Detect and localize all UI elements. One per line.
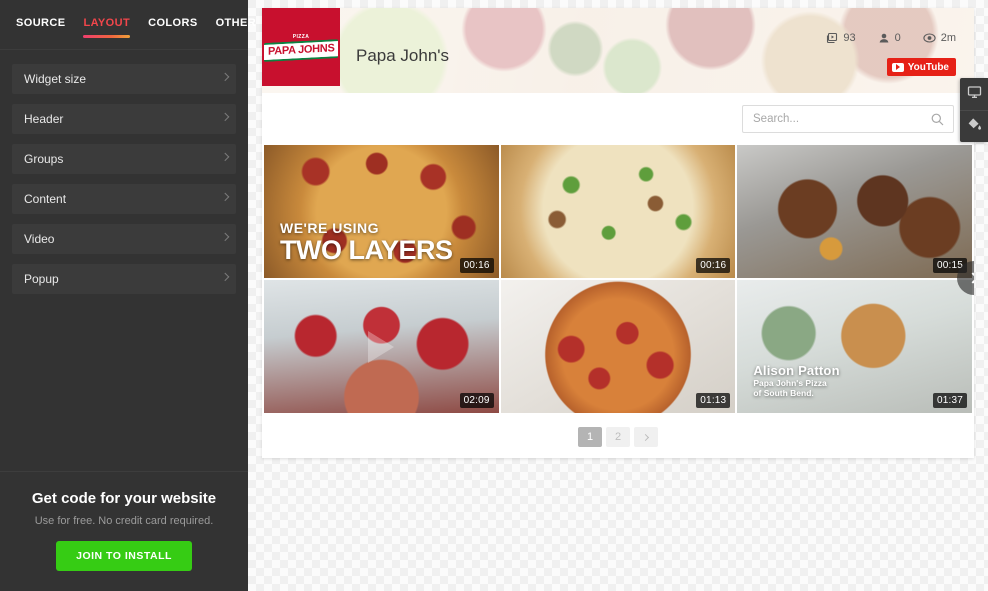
stat-views-value: 2m: [940, 32, 956, 44]
chevron-right-icon: [220, 152, 230, 162]
subscribers-icon: [878, 32, 890, 44]
video-caption-name: Alison Patton: [753, 363, 840, 379]
search-field-wrapper: [742, 105, 954, 133]
panel-label: Header: [24, 112, 64, 126]
logo-pizza-text: PIZZA: [292, 33, 310, 40]
videos-icon: [826, 32, 838, 44]
video-duration: 01:13: [696, 393, 731, 408]
cta-subtitle: Use for free. No credit card required.: [34, 515, 214, 527]
video-thumbnail[interactable]: 00:15: [737, 145, 972, 278]
join-to-install-button[interactable]: JOIN TO INSTALL: [56, 541, 192, 571]
search-icon[interactable]: [931, 113, 944, 131]
video-duration: 00:16: [459, 258, 494, 273]
monitor-icon: [967, 85, 982, 104]
video-duration: 01:37: [932, 393, 967, 408]
pagination: 1 2: [262, 413, 974, 458]
video-thumbnail[interactable]: WE'RE USING TWO LAYERS 00:16: [264, 145, 499, 278]
views-icon: [923, 32, 936, 44]
chevron-right-icon: [220, 72, 230, 82]
stat-videos: 93: [826, 32, 856, 44]
chevron-right-icon: [220, 272, 230, 282]
install-cta: Get code for your website Use for free. …: [0, 471, 248, 591]
tab-source[interactable]: SOURCE: [16, 17, 65, 41]
chevron-right-icon: [220, 112, 230, 122]
sidebar-tabbar: SOURCE LAYOUT COLORS OTHER: [0, 0, 256, 50]
youtube-play-icon: [891, 62, 904, 72]
video-caption-large: TWO LAYERS: [280, 234, 453, 265]
panel-row-popup[interactable]: Popup: [12, 264, 236, 294]
paint-bucket-icon: [967, 117, 982, 136]
preview-tools: [960, 78, 988, 142]
video-caption-small: WE'RE USING: [280, 219, 380, 236]
panel-row-header[interactable]: Header: [12, 104, 236, 134]
video-thumbnail[interactable]: 02:09: [264, 280, 499, 413]
panel-label: Groups: [24, 152, 64, 166]
device-preview-button[interactable]: [960, 78, 988, 110]
settings-sidebar: SOURCE LAYOUT COLORS OTHER Widget size H…: [0, 0, 256, 591]
widget-preview: PIZZA PAPA JOHNS Papa John's 93 0 2m You…: [262, 8, 974, 458]
panel-label: Popup: [24, 272, 59, 286]
panel-label: Video: [24, 232, 55, 246]
panel-row-groups[interactable]: Groups: [12, 144, 236, 174]
video-thumbnail[interactable]: 01:13: [500, 280, 736, 413]
chevron-right-icon: [220, 232, 230, 242]
widget-header: PIZZA PAPA JOHNS Papa John's 93 0 2m You…: [262, 8, 974, 93]
channel-stats: 93 0 2m: [826, 32, 956, 44]
search-input[interactable]: [743, 106, 953, 132]
tab-other[interactable]: OTHER: [216, 17, 257, 41]
video-caption-sub: Papa John's Pizza of South Bend.: [753, 377, 827, 399]
panel-row-content[interactable]: Content: [12, 184, 236, 214]
tab-layout[interactable]: LAYOUT: [83, 17, 130, 41]
chevron-right-icon: [966, 272, 974, 284]
youtube-badge[interactable]: YouTube: [886, 58, 956, 76]
chevron-right-icon: [641, 433, 649, 441]
video-thumbnail[interactable]: 00:16: [500, 145, 736, 278]
video-duration: 02:09: [459, 393, 494, 408]
video-caption: WE'RE USING TWO LAYERS: [280, 221, 453, 264]
layout-panel-list: Widget size Header Groups Content Video …: [0, 50, 248, 471]
stat-subscribers-value: 0: [894, 32, 901, 44]
pagination-page-2[interactable]: 2: [606, 427, 630, 447]
stat-views: 2m: [923, 32, 956, 44]
video-thumbnail[interactable]: Alison Patton Papa John's Pizza of South…: [737, 280, 972, 413]
papa-johns-logo: PIZZA PAPA JOHNS: [262, 8, 340, 86]
widget-searchbar: [262, 93, 974, 145]
video-grid: WE'RE USING TWO LAYERS 00:16 00:16 00:15…: [262, 145, 974, 413]
logo-name-text: PAPA JOHNS: [267, 41, 335, 58]
theme-color-button[interactable]: [960, 110, 988, 142]
pagination-page-1[interactable]: 1: [578, 427, 602, 447]
youtube-badge-label: YouTube: [907, 61, 949, 73]
stat-subscribers: 0: [878, 32, 901, 44]
logo-band: PAPA JOHNS: [263, 38, 339, 62]
cta-title: Get code for your website: [31, 490, 217, 507]
panel-label: Content: [24, 192, 67, 206]
tab-colors[interactable]: COLORS: [148, 17, 197, 41]
panel-row-widget-size[interactable]: Widget size: [12, 64, 236, 94]
channel-title: Papa John's: [356, 46, 450, 65]
video-caption: Alison Patton Papa John's Pizza of South…: [753, 364, 839, 399]
pagination-next-button[interactable]: [634, 427, 658, 447]
panel-row-video[interactable]: Video: [12, 224, 236, 254]
chevron-right-icon: [220, 192, 230, 202]
play-overlay-icon: [368, 330, 395, 363]
panel-label: Widget size: [24, 72, 87, 86]
stat-videos-value: 93: [843, 32, 856, 44]
video-duration: 00:16: [696, 258, 731, 273]
